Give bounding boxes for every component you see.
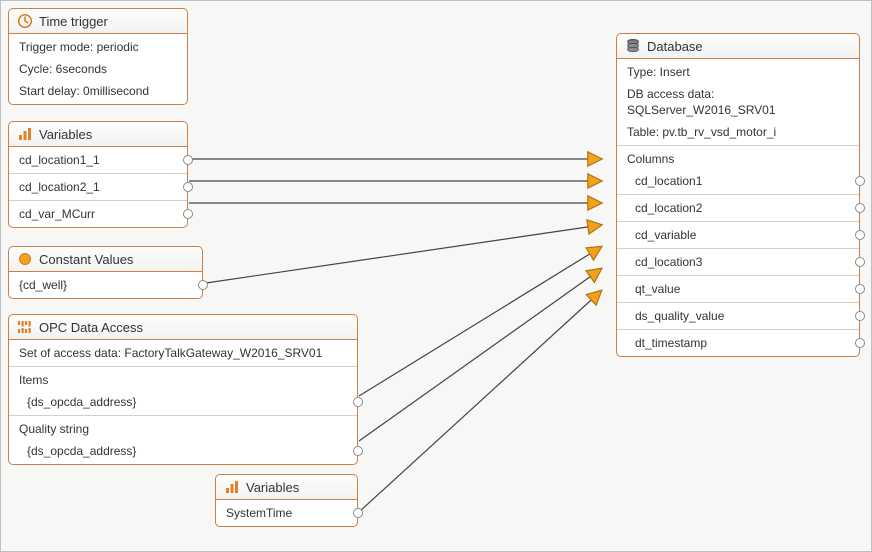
opc-item-row[interactable]: {ds_opcda_address} (9, 391, 357, 413)
var-label: cd_location1_1 (19, 153, 100, 167)
node-title: Variables (39, 127, 92, 142)
opc-quality-row[interactable]: {ds_opcda_address} (9, 440, 357, 462)
var-row[interactable]: cd_location1_1 (9, 149, 187, 171)
var-row[interactable]: cd_var_MCurr (9, 203, 187, 225)
diagram-canvas: Time trigger Trigger mode: periodic Cycl… (0, 0, 872, 552)
input-port[interactable] (855, 176, 865, 186)
db-column-row[interactable]: cd_location3 (617, 251, 859, 273)
var-row[interactable]: SystemTime (216, 502, 357, 524)
db-column-label: cd_location1 (635, 174, 702, 188)
var-label: cd_location2_1 (19, 180, 100, 194)
db-column-row[interactable]: cd_location1 (617, 170, 859, 192)
opc-item-label: {ds_opcda_address} (27, 395, 136, 409)
db-column-row[interactable]: cd_location2 (617, 197, 859, 219)
input-port[interactable] (855, 284, 865, 294)
db-column-label: cd_location3 (635, 255, 702, 269)
node-time-trigger[interactable]: Time trigger Trigger mode: periodic Cycl… (8, 8, 188, 105)
constant-label: {cd_well} (19, 278, 67, 292)
db-column-row[interactable]: qt_value (617, 278, 859, 300)
input-port[interactable] (855, 203, 865, 213)
node-title: Constant Values (39, 252, 133, 267)
bars-icon (224, 479, 240, 495)
bars-icon (17, 126, 33, 142)
db-column-label: cd_location2 (635, 201, 702, 215)
input-port[interactable] (855, 230, 865, 240)
delay-line: Start delay: 0millisecond (9, 80, 187, 102)
cycle-line: Cycle: 6seconds (9, 58, 187, 80)
constant-row[interactable]: {cd_well} (9, 274, 202, 296)
node-header[interactable]: Database (617, 34, 859, 59)
db-column-label: cd_variable (635, 228, 696, 242)
opc-icon (17, 319, 33, 335)
node-title: Time trigger (39, 14, 108, 29)
db-column-row[interactable]: dt_timestamp (617, 332, 859, 354)
clock-icon (17, 13, 33, 29)
db-column-label: qt_value (635, 282, 680, 296)
node-header[interactable]: OPC Data Access (9, 315, 357, 340)
node-header[interactable]: Variables (216, 475, 357, 500)
columns-header: Columns (617, 148, 859, 170)
db-column-label: ds_quality_value (635, 309, 724, 323)
var-label: cd_var_MCurr (19, 207, 95, 221)
opc-quality-label: {ds_opcda_address} (27, 444, 136, 458)
node-header[interactable]: Variables (9, 122, 187, 147)
circle-icon (17, 251, 33, 267)
trigger-mode-line: Trigger mode: periodic (9, 36, 187, 58)
output-port[interactable] (353, 508, 363, 518)
output-port[interactable] (183, 155, 193, 165)
database-icon (625, 38, 641, 54)
db-column-label: dt_timestamp (635, 336, 707, 350)
output-port[interactable] (353, 446, 363, 456)
node-variables-2[interactable]: Variables SystemTime (215, 474, 358, 527)
output-port[interactable] (353, 397, 363, 407)
input-port[interactable] (855, 257, 865, 267)
output-port[interactable] (198, 280, 208, 290)
db-column-row[interactable]: cd_variable (617, 224, 859, 246)
node-title: Database (647, 39, 703, 54)
input-port[interactable] (855, 338, 865, 348)
db-table-line: Table: pv.tb_rv_vsd_motor_i (617, 121, 859, 143)
var-label: SystemTime (226, 506, 292, 520)
db-access-line: DB access data: SQLServer_W2016_SRV01 (617, 83, 859, 121)
node-title: OPC Data Access (39, 320, 143, 335)
items-header: Items (9, 369, 357, 391)
db-column-row[interactable]: ds_quality_value (617, 305, 859, 327)
input-port[interactable] (855, 311, 865, 321)
node-variables-1[interactable]: Variables cd_location1_1 cd_location2_1 … (8, 121, 188, 228)
node-opc-data-access[interactable]: OPC Data Access Set of access data: Fact… (8, 314, 358, 465)
var-row[interactable]: cd_location2_1 (9, 176, 187, 198)
output-port[interactable] (183, 209, 193, 219)
opc-access-data: Set of access data: FactoryTalkGateway_W… (9, 342, 357, 364)
node-database[interactable]: Database Type: Insert DB access data: SQ… (616, 33, 860, 357)
node-header[interactable]: Constant Values (9, 247, 202, 272)
quality-header: Quality string (9, 418, 357, 440)
node-constant-values[interactable]: Constant Values {cd_well} (8, 246, 203, 299)
node-title: Variables (246, 480, 299, 495)
output-port[interactable] (183, 182, 193, 192)
node-header[interactable]: Time trigger (9, 9, 187, 34)
db-type-line: Type: Insert (617, 61, 859, 83)
